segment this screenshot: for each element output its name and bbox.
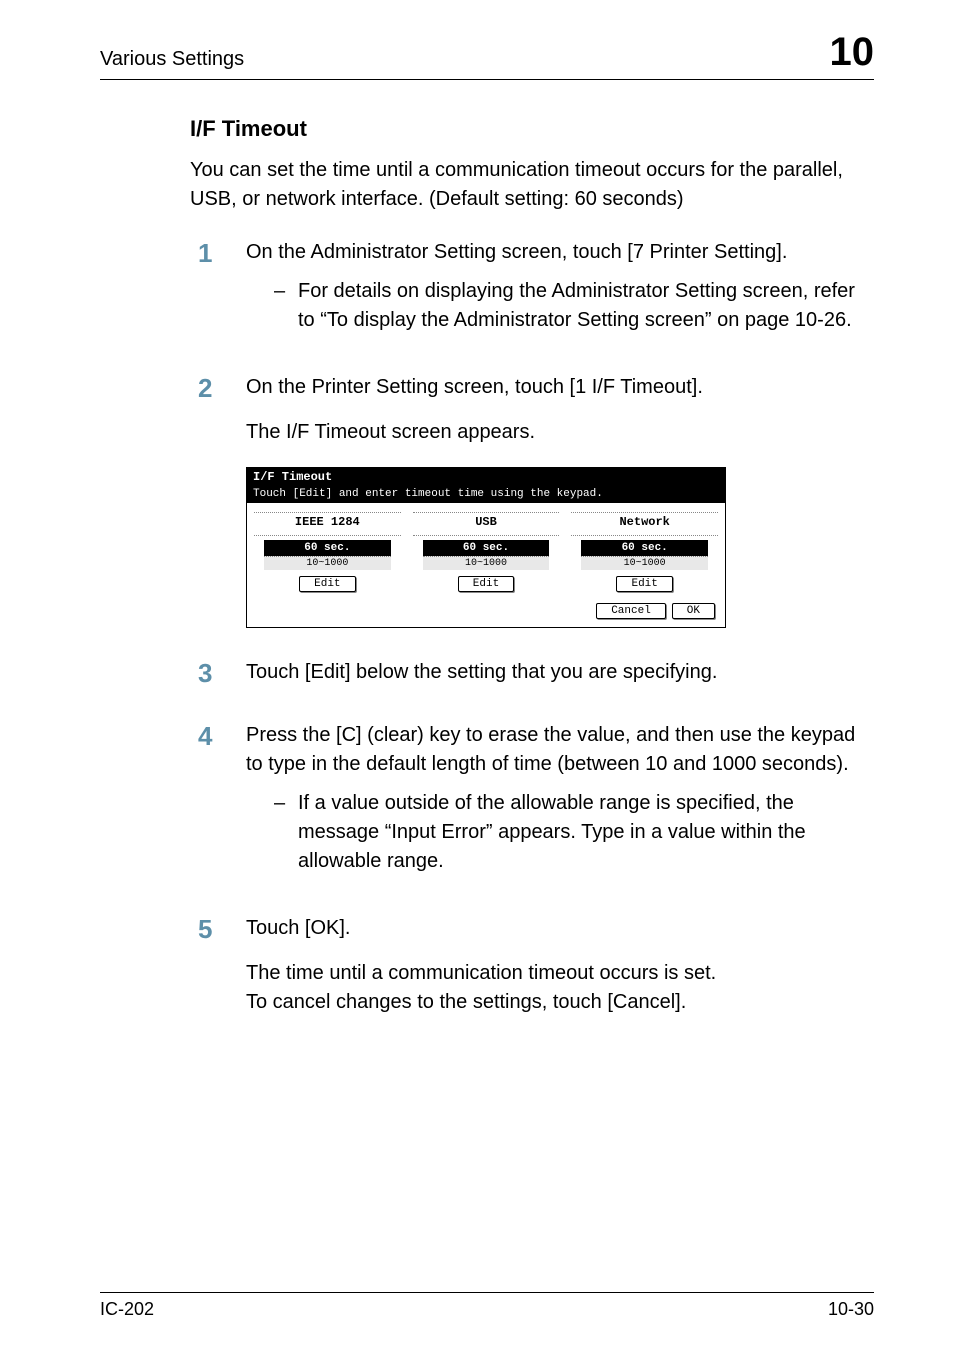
step-number: 1 (190, 238, 246, 341)
step-3-text: Touch [Edit] below the setting that you … (246, 658, 864, 687)
device-col-range: 10~1000 (423, 556, 550, 570)
step-2: 2 On the Printer Setting screen, touch [… (190, 373, 864, 404)
device-screenshot: I/F Timeout Touch [Edit] and enter timeo… (246, 467, 726, 628)
step-2-after: The I/F Timeout screen appears. (246, 418, 864, 447)
step-4: 4 Press the [C] (clear) key to erase the… (190, 721, 864, 882)
step-4-sub-1: If a value outside of the allowable rang… (298, 789, 864, 876)
step-5-text: Touch [OK]. (246, 914, 864, 943)
footer-model: IC-202 (100, 1299, 154, 1320)
step-3: 3 Touch [Edit] below the setting that yo… (190, 658, 864, 689)
step-2-text: On the Printer Setting screen, touch [1 … (246, 373, 864, 402)
device-edit-button-ieee1284[interactable]: Edit (299, 576, 355, 592)
page-footer: IC-202 10-30 (100, 1292, 874, 1320)
device-col-usb: USB 60 sec. 10~1000 Edit (410, 509, 563, 599)
header-section-title: Various Settings (100, 48, 244, 71)
device-cancel-button[interactable]: Cancel (596, 603, 666, 619)
device-col-label: USB (413, 512, 560, 536)
dash-bullet: – (274, 789, 298, 876)
device-col-label: Network (571, 512, 718, 536)
device-ok-button[interactable]: OK (672, 603, 715, 619)
device-col-range: 10~1000 (264, 556, 391, 570)
step-number: 5 (190, 914, 246, 945)
device-col-network: Network 60 sec. 10~1000 Edit (568, 509, 721, 599)
device-subtitle: Touch [Edit] and enter timeout time usin… (247, 487, 725, 503)
step-5-after: The time until a communication timeout o… (246, 959, 864, 1017)
device-edit-button-usb[interactable]: Edit (458, 576, 514, 592)
device-title: I/F Timeout (247, 468, 725, 487)
device-col-value: 60 sec. (264, 540, 391, 556)
step-1: 1 On the Administrator Setting screen, t… (190, 238, 864, 341)
device-col-ieee1284: IEEE 1284 60 sec. 10~1000 Edit (251, 509, 404, 599)
device-col-value: 60 sec. (423, 540, 550, 556)
page-header: Various Settings 10 (100, 30, 874, 80)
step-number: 3 (190, 658, 246, 689)
device-col-value: 60 sec. (581, 540, 708, 556)
section-heading: I/F Timeout (190, 116, 864, 142)
section-intro: You can set the time until a communicati… (190, 156, 864, 214)
device-col-label: IEEE 1284 (254, 512, 401, 536)
step-number: 2 (190, 373, 246, 404)
step-1-text: On the Administrator Setting screen, tou… (246, 238, 864, 267)
dash-bullet: – (274, 277, 298, 335)
header-chapter-number: 10 (830, 30, 875, 75)
step-4-text: Press the [C] (clear) key to erase the v… (246, 721, 864, 779)
step-1-sub-1: For details on displaying the Administra… (298, 277, 864, 335)
step-number: 4 (190, 721, 246, 882)
device-edit-button-network[interactable]: Edit (616, 576, 672, 592)
device-col-range: 10~1000 (581, 556, 708, 570)
footer-page-number: 10-30 (828, 1299, 874, 1320)
step-5: 5 Touch [OK]. (190, 914, 864, 945)
